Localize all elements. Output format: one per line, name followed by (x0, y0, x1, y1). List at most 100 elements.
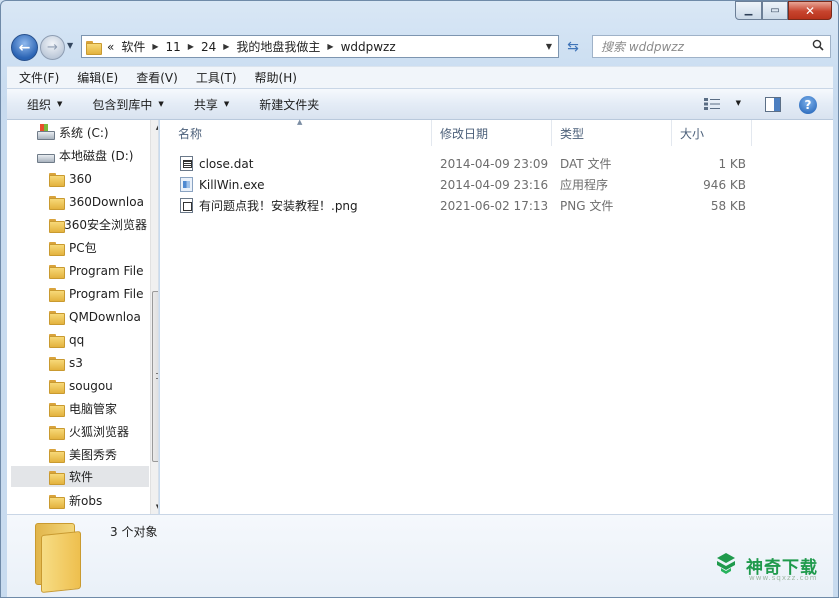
nav-item-folder[interactable]: QMDownloa (49, 306, 147, 327)
folder-icon (49, 379, 65, 394)
system-drive-icon (37, 124, 55, 140)
file-name-cell[interactable]: KillWin.exe (180, 174, 265, 195)
nav-item-folder[interactable]: PC包 (49, 237, 147, 258)
nav-item-folder[interactable]: Program File (49, 283, 147, 304)
forward-button[interactable]: → (40, 35, 65, 60)
png-file-icon (180, 198, 193, 213)
nav-item-label: 火狐浏览器 (69, 425, 130, 439)
nav-item-local-disk-d[interactable]: 本地磁盘 (D:) (37, 145, 147, 166)
nav-item-label: PC包 (69, 241, 97, 255)
file-size: 58 KB (710, 198, 746, 213)
nav-item-folder[interactable]: 美图秀秀 (49, 444, 147, 465)
file-name: KillWin.exe (199, 177, 265, 192)
nav-item-label: 系统 (C:) (59, 126, 109, 140)
back-button[interactable]: ← (11, 34, 38, 61)
menu-help[interactable]: 帮助(H) (243, 69, 303, 86)
item-count: 3 个对象 (110, 525, 158, 539)
nav-item-label: 本地磁盘 (D:) (59, 149, 134, 163)
menu-file[interactable]: 文件(F) (7, 69, 65, 86)
breadcrumb-item[interactable]: 11 (166, 40, 181, 54)
nav-item-folder[interactable]: 电脑管家 (49, 398, 147, 419)
nav-item-label: sougou (69, 378, 113, 393)
breadcrumb-separator-icon[interactable]: ▶ (188, 42, 194, 51)
column-header-size[interactable]: 大小 (672, 120, 752, 146)
organize-button[interactable]: 组织 ▼ (7, 96, 62, 113)
view-dropdown-icon[interactable]: ▼ (736, 99, 741, 107)
file-type: PNG 文件 (560, 199, 614, 213)
scrollbar-thumb[interactable] (152, 291, 158, 462)
breadcrumb-item[interactable]: 我的地盘我做主 (236, 38, 320, 55)
folder-icon (49, 287, 65, 302)
folder-icon (49, 402, 65, 417)
nav-item-system-drive[interactable]: 系统 (C:) (37, 122, 147, 143)
file-type: 应用程序 (560, 178, 609, 192)
nav-item-folder[interactable]: sougou (49, 375, 147, 396)
nav-item-folder-selected[interactable]: 软件 (11, 466, 149, 487)
file-name: close.dat (199, 156, 254, 171)
breadcrumb-separator-icon[interactable]: ▶ (152, 42, 158, 51)
address-bar[interactable]: « 软件 ▶ 11 ▶ 24 ▶ 我的地盘我做主 ▶ wddpwzz ▼ (81, 35, 559, 58)
menu-edit[interactable]: 编辑(E) (65, 69, 124, 86)
file-name: 有问题点我！安装教程！.png (199, 199, 358, 213)
nav-item-folder[interactable]: 火狐浏览器 (49, 421, 147, 442)
preview-pane-icon[interactable] (765, 97, 781, 112)
column-header-name[interactable]: 名称 (170, 120, 432, 146)
share-button[interactable]: 共享 ▼ (164, 96, 229, 113)
breadcrumb-overflow[interactable]: « (107, 40, 114, 54)
nav-item-folder[interactable]: Program File (49, 260, 147, 281)
folder-icon (49, 264, 65, 279)
column-header-modified[interactable]: 修改日期 (432, 120, 552, 146)
breadcrumb-separator-icon[interactable]: ▶ (327, 42, 333, 51)
file-list: ▲ 名称 修改日期 类型 大小 close.dat 2014-04-09 23:… (160, 118, 833, 514)
nav-item-folder[interactable]: 新obs (49, 490, 147, 511)
file-row[interactable]: KillWin.exe 2014-04-09 23:16 应用程序 946 KB (160, 174, 833, 195)
nav-pane-scrollbar[interactable]: ▲ ▼ (150, 120, 158, 514)
file-size: 946 KB (703, 177, 746, 192)
close-button[interactable]: ✕ (788, 1, 832, 20)
nav-item-label: 360安全浏览器 (64, 218, 147, 232)
refresh-button[interactable]: ⇆ (561, 35, 585, 58)
file-type: DAT 文件 (560, 157, 612, 171)
include-in-library-button[interactable]: 包含到库中 ▼ (62, 96, 163, 113)
scroll-down-icon[interactable]: ▼ (151, 500, 158, 514)
breadcrumb-item[interactable]: 软件 (121, 38, 145, 55)
file-row[interactable]: 有问题点我！安装教程！.png 2021-06-02 17:13 PNG 文件 … (160, 195, 833, 216)
nav-item-folder[interactable]: s3 (49, 352, 147, 373)
brand-url: www.sqxzz.com (749, 574, 818, 582)
file-modified: 2014-04-09 23:16 (440, 177, 549, 192)
nav-item-label: 360Downloa (69, 194, 144, 209)
minimize-button[interactable]: ▁ (735, 1, 762, 20)
breadcrumb-separator-icon[interactable]: ▶ (223, 42, 229, 51)
file-row[interactable]: close.dat 2014-04-09 23:09 DAT 文件 1 KB (160, 153, 833, 174)
address-dropdown-icon[interactable]: ▼ (546, 42, 552, 51)
menu-view[interactable]: 查看(V) (124, 69, 184, 86)
nav-item-folder[interactable]: 360安全浏览器 (49, 214, 147, 235)
file-name-cell[interactable]: 有问题点我！安装教程！.png (180, 195, 358, 216)
nav-item-label: 美图秀秀 (69, 448, 118, 462)
nav-item-folder[interactable]: 360 (49, 168, 147, 189)
breadcrumb-item-current[interactable]: wddpwzz (341, 40, 396, 54)
column-header-type[interactable]: 类型 (552, 120, 672, 146)
organize-label: 组织 (27, 97, 52, 112)
nav-item-label: s3 (69, 355, 83, 370)
new-folder-button[interactable]: 新建文件夹 (229, 96, 319, 113)
maximize-button[interactable]: ▭ (762, 1, 788, 20)
help-icon[interactable]: ? (799, 96, 817, 114)
nav-item-folder[interactable]: 360Downloa (49, 191, 147, 212)
folder-icon (49, 470, 65, 485)
nav-item-label: 电脑管家 (69, 402, 118, 416)
search-input[interactable]: 搜索 wddpwzz (592, 35, 831, 58)
menu-bar: 文件(F) 编辑(E) 查看(V) 工具(T) 帮助(H) (7, 66, 833, 88)
view-options-icon[interactable] (704, 98, 720, 110)
scroll-up-icon[interactable]: ▲ (151, 120, 158, 134)
caption-buttons: ▁ ▭ ✕ (735, 1, 832, 20)
folder-icon (86, 40, 102, 55)
folder-icon (49, 333, 65, 348)
nav-item-folder[interactable]: qq (49, 329, 147, 350)
recent-pages-dropdown-icon[interactable]: ▼ (67, 41, 73, 50)
nav-item-label: 软件 (69, 470, 94, 484)
search-icon[interactable] (812, 39, 824, 51)
breadcrumb-item[interactable]: 24 (201, 40, 216, 54)
menu-tools[interactable]: 工具(T) (184, 69, 243, 86)
file-name-cell[interactable]: close.dat (180, 153, 253, 174)
